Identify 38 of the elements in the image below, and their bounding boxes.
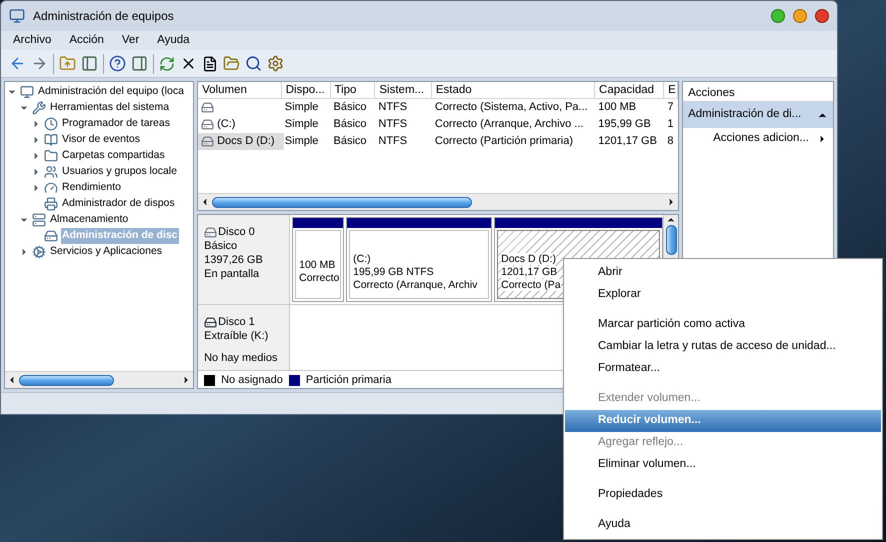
partition-text: Correcto bbox=[299, 272, 340, 284]
table-cell-text: Básico bbox=[334, 134, 367, 150]
table-cell-text: 1201,17 GB bbox=[598, 134, 657, 150]
partition-text: 100 MB bbox=[299, 259, 336, 271]
partition-text: Correcto (Pa bbox=[501, 278, 561, 290]
disk-info-text: Básico bbox=[204, 238, 238, 254]
partition-text: (C:) bbox=[353, 252, 371, 264]
table-cell-text: 195,99 GB bbox=[598, 117, 651, 132]
table-cell-text: Básico bbox=[334, 100, 367, 116]
disk-info-text: Disco 0 bbox=[218, 224, 255, 240]
table-cell-text: 7 bbox=[667, 100, 674, 116]
window-title: Administración de equipos bbox=[33, 8, 175, 25]
table-cell-text: 1 bbox=[667, 117, 674, 132]
legend-label: Partición primaria bbox=[306, 372, 392, 388]
table-cell-text: (C:) bbox=[217, 117, 236, 132]
disk-info-text: En pantalla bbox=[204, 266, 260, 282]
table-cell-text: 8 bbox=[667, 134, 674, 150]
legend-label: No asignado bbox=[221, 372, 283, 388]
table-cell-text: NTFS bbox=[378, 100, 408, 116]
disk-info-text: 1397,26 GB bbox=[204, 252, 263, 268]
partition-text: Docs D (D:) bbox=[501, 252, 556, 264]
partition-text: 1201,17 GB bbox=[501, 266, 558, 278]
disk-info-text: Disco 1 bbox=[218, 314, 255, 330]
partition-text: Correcto (Arranque, Archiv bbox=[353, 278, 478, 290]
disk-info-text: No hay medios bbox=[204, 350, 278, 366]
table-cell-text: Correcto (Sistema, Activo, Pa... bbox=[434, 100, 588, 116]
partition-text: 195,99 GB NTFS bbox=[353, 266, 434, 278]
table-cell-text: Docs D (D:) bbox=[217, 134, 275, 150]
table-cell-text: Básico bbox=[334, 117, 367, 132]
disk-info-text: Extraíble (K:) bbox=[204, 328, 268, 344]
table-cell-text: Simple bbox=[284, 117, 318, 132]
table-cell-text: Simple bbox=[284, 100, 318, 116]
table-cell-text: 100 MB bbox=[598, 100, 636, 116]
table-cell-text: NTFS bbox=[378, 134, 408, 150]
table-cell-text: Correcto (Partición primaria) bbox=[434, 134, 574, 150]
table-cell-text: NTFS bbox=[378, 117, 408, 132]
table-cell-text: Simple bbox=[284, 134, 318, 150]
table-cell-text: Correcto (Arranque, Archivo ... bbox=[434, 117, 584, 132]
